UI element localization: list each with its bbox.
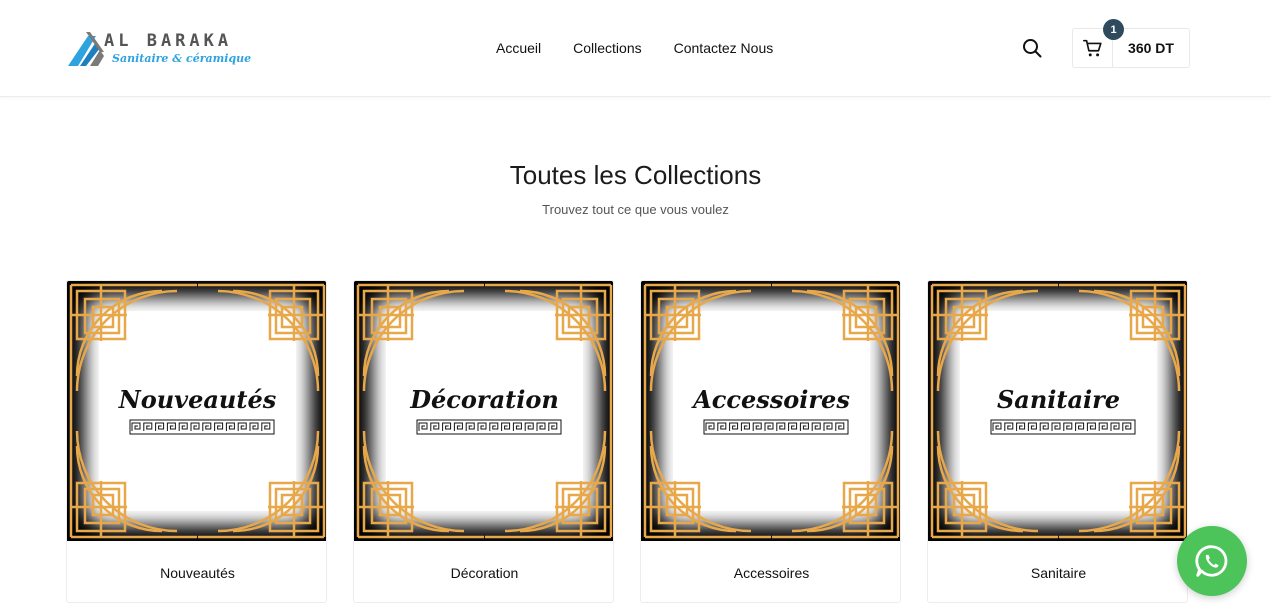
logo-mark-icon [68,32,104,66]
cart-total: 360 DT [1128,40,1174,56]
main-nav: Accueil Collections Contactez Nous [480,38,789,58]
page-subtitle: Trouvez tout ce que vous voulez [542,202,729,217]
whatsapp-button[interactable] [1177,526,1247,596]
collection-card-decoration[interactable]: Décoration Décoration [353,280,614,603]
collection-name[interactable]: Décoration [354,565,613,581]
greek-key-border-icon [129,419,275,435]
collections-grid: Nouveautés Nouveautés Décoration Décorat… [66,280,1190,604]
collection-name[interactable]: Nouveautés [67,565,326,581]
collection-image[interactable]: Décoration [354,281,613,541]
collection-image[interactable]: Accessoires [641,281,900,541]
collection-image-label: Sanitaire [996,385,1121,414]
collection-card-sanitaire[interactable]: Sanitaire Sanitaire [927,280,1188,603]
collection-image-label: Accessoires [693,385,850,414]
cart-icon [1082,39,1102,57]
site-header: AL BARAKA Sanitaire & céramique Accueil … [0,0,1271,97]
greek-key-border-icon [416,419,562,435]
brand-name: AL BARAKA [104,31,233,51]
whatsapp-icon [1195,545,1228,577]
search-icon [1023,39,1042,58]
search-button[interactable] [1021,37,1043,59]
nav-item-collections[interactable]: Collections [557,38,657,58]
collection-name[interactable]: Accessoires [641,565,900,581]
collection-image-label: Nouveautés [118,385,277,414]
greek-key-border-icon [990,419,1136,435]
nav-item-accueil[interactable]: Accueil [480,38,557,58]
nav-item-contactez-nous[interactable]: Contactez Nous [658,38,790,58]
brand-tagline: Sanitaire & céramique [112,52,252,65]
page-title: Toutes les Collections [509,160,762,190]
brand-logo[interactable]: AL BARAKA Sanitaire & céramique [66,28,251,70]
collection-image-label: Décoration [410,385,559,414]
cart-button[interactable]: 360 DT 1 [1072,19,1190,68]
greek-key-border-icon [703,419,849,435]
collection-image[interactable]: Nouveautés [67,281,326,541]
collection-card-nouveautes[interactable]: Nouveautés Nouveautés [66,280,327,603]
collection-image[interactable]: Sanitaire [928,281,1187,541]
collection-name[interactable]: Sanitaire [928,565,1187,581]
collection-card-accessoires[interactable]: Accessoires Accessoires [640,280,901,603]
cart-count-badge: 1 [1103,19,1124,40]
